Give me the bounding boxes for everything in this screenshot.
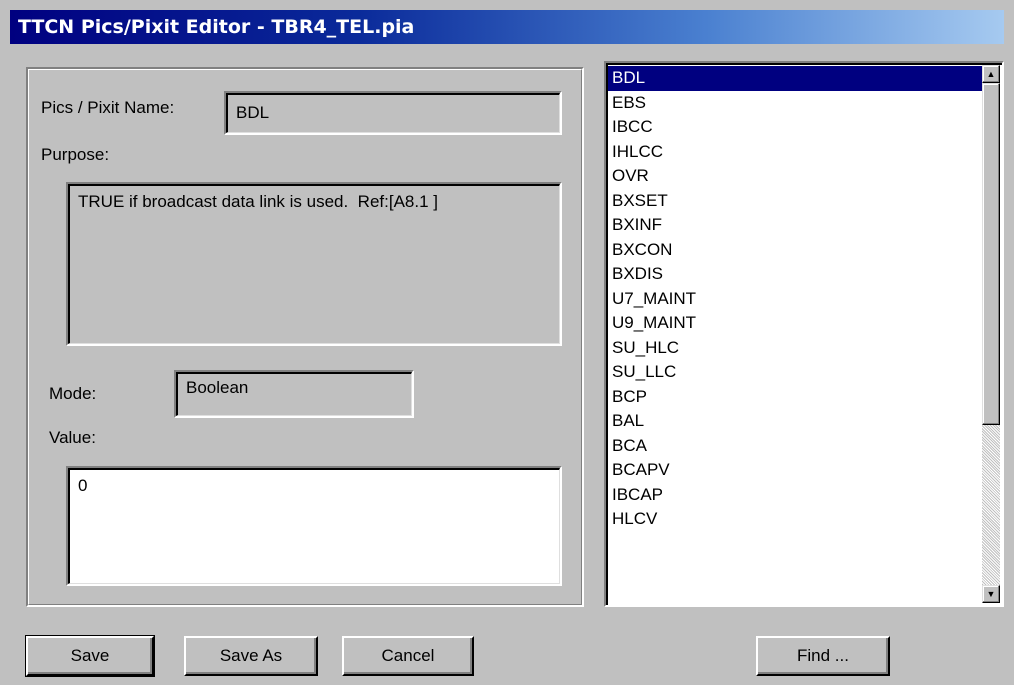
list-item[interactable]: BXCON xyxy=(608,238,984,263)
name-value: BDL xyxy=(236,103,270,122)
list-item[interactable]: U9_MAINT xyxy=(608,311,984,336)
mode-label: Mode: xyxy=(49,384,97,403)
list-item[interactable]: EBS xyxy=(608,91,984,116)
scroll-down-button[interactable]: ▼ xyxy=(982,585,1000,603)
down-arrow-icon: ▼ xyxy=(986,589,996,599)
mode-value: Boolean xyxy=(186,378,249,397)
scroll-up-button[interactable]: ▲ xyxy=(982,65,1000,83)
find-button[interactable]: Find ... xyxy=(756,636,890,676)
name-field: BDL xyxy=(224,91,562,135)
list-item[interactable]: BCA xyxy=(608,434,984,459)
list-item[interactable]: SU_HLC xyxy=(608,336,984,361)
scroll-thumb[interactable] xyxy=(982,83,1000,425)
list-item[interactable]: BDL xyxy=(608,66,984,91)
cancel-button[interactable]: Cancel xyxy=(342,636,474,676)
list-item[interactable]: HLCV xyxy=(608,507,984,532)
list-scrollbar[interactable]: ▲ ▼ xyxy=(982,65,1000,603)
list-item[interactable]: IBCAP xyxy=(608,483,984,508)
purpose-label: Purpose: xyxy=(41,145,110,164)
purpose-field: TRUE if broadcast data link is used. Ref… xyxy=(66,182,562,346)
value-label: Value: xyxy=(49,428,96,447)
value-text: 0 xyxy=(78,476,88,495)
save-as-button[interactable]: Save As xyxy=(184,636,318,676)
window-title: TTCN Pics/Pixit Editor - TBR4_TEL.pia xyxy=(18,16,415,38)
list-item[interactable]: SU_LLC xyxy=(608,360,984,385)
up-arrow-icon: ▲ xyxy=(986,69,996,79)
list-item[interactable]: IHLCC xyxy=(608,140,984,165)
purpose-value: TRUE if broadcast data link is used. Ref… xyxy=(78,192,438,211)
list-items: BDL EBS IBCC IHLCC OVR BXSET BXINF BXCON BXDIS U7… xyxy=(608,66,984,532)
list-item[interactable]: U7_MAINT xyxy=(608,287,984,312)
list-item[interactable]: BCP xyxy=(608,385,984,410)
mode-field: Boolean xyxy=(174,370,414,418)
pics-pixit-list[interactable]: BDL EBS IBCC IHLCC OVR BXSET BXINF BXCON BXDIS U7… xyxy=(604,61,1004,607)
window-title-bar[interactable]: TTCN Pics/Pixit Editor - TBR4_TEL.pia xyxy=(10,10,1004,44)
list-item[interactable]: IBCC xyxy=(608,115,984,140)
name-label: Pics / Pixit Name: xyxy=(41,98,175,117)
list-item[interactable]: BCAPV xyxy=(608,458,984,483)
list-item[interactable]: BXINF xyxy=(608,213,984,238)
value-input[interactable]: 0 xyxy=(66,466,562,586)
list-item[interactable]: OVR xyxy=(608,164,984,189)
list-item[interactable]: BXSET xyxy=(608,189,984,214)
list-item[interactable]: BAL xyxy=(608,409,984,434)
list-item[interactable]: BXDIS xyxy=(608,262,984,287)
save-button[interactable]: Save xyxy=(25,635,155,677)
pics-pixit-editor-window: TTCN Pics/Pixit Editor - TBR4_TEL.pia Pi… xyxy=(0,0,1014,685)
